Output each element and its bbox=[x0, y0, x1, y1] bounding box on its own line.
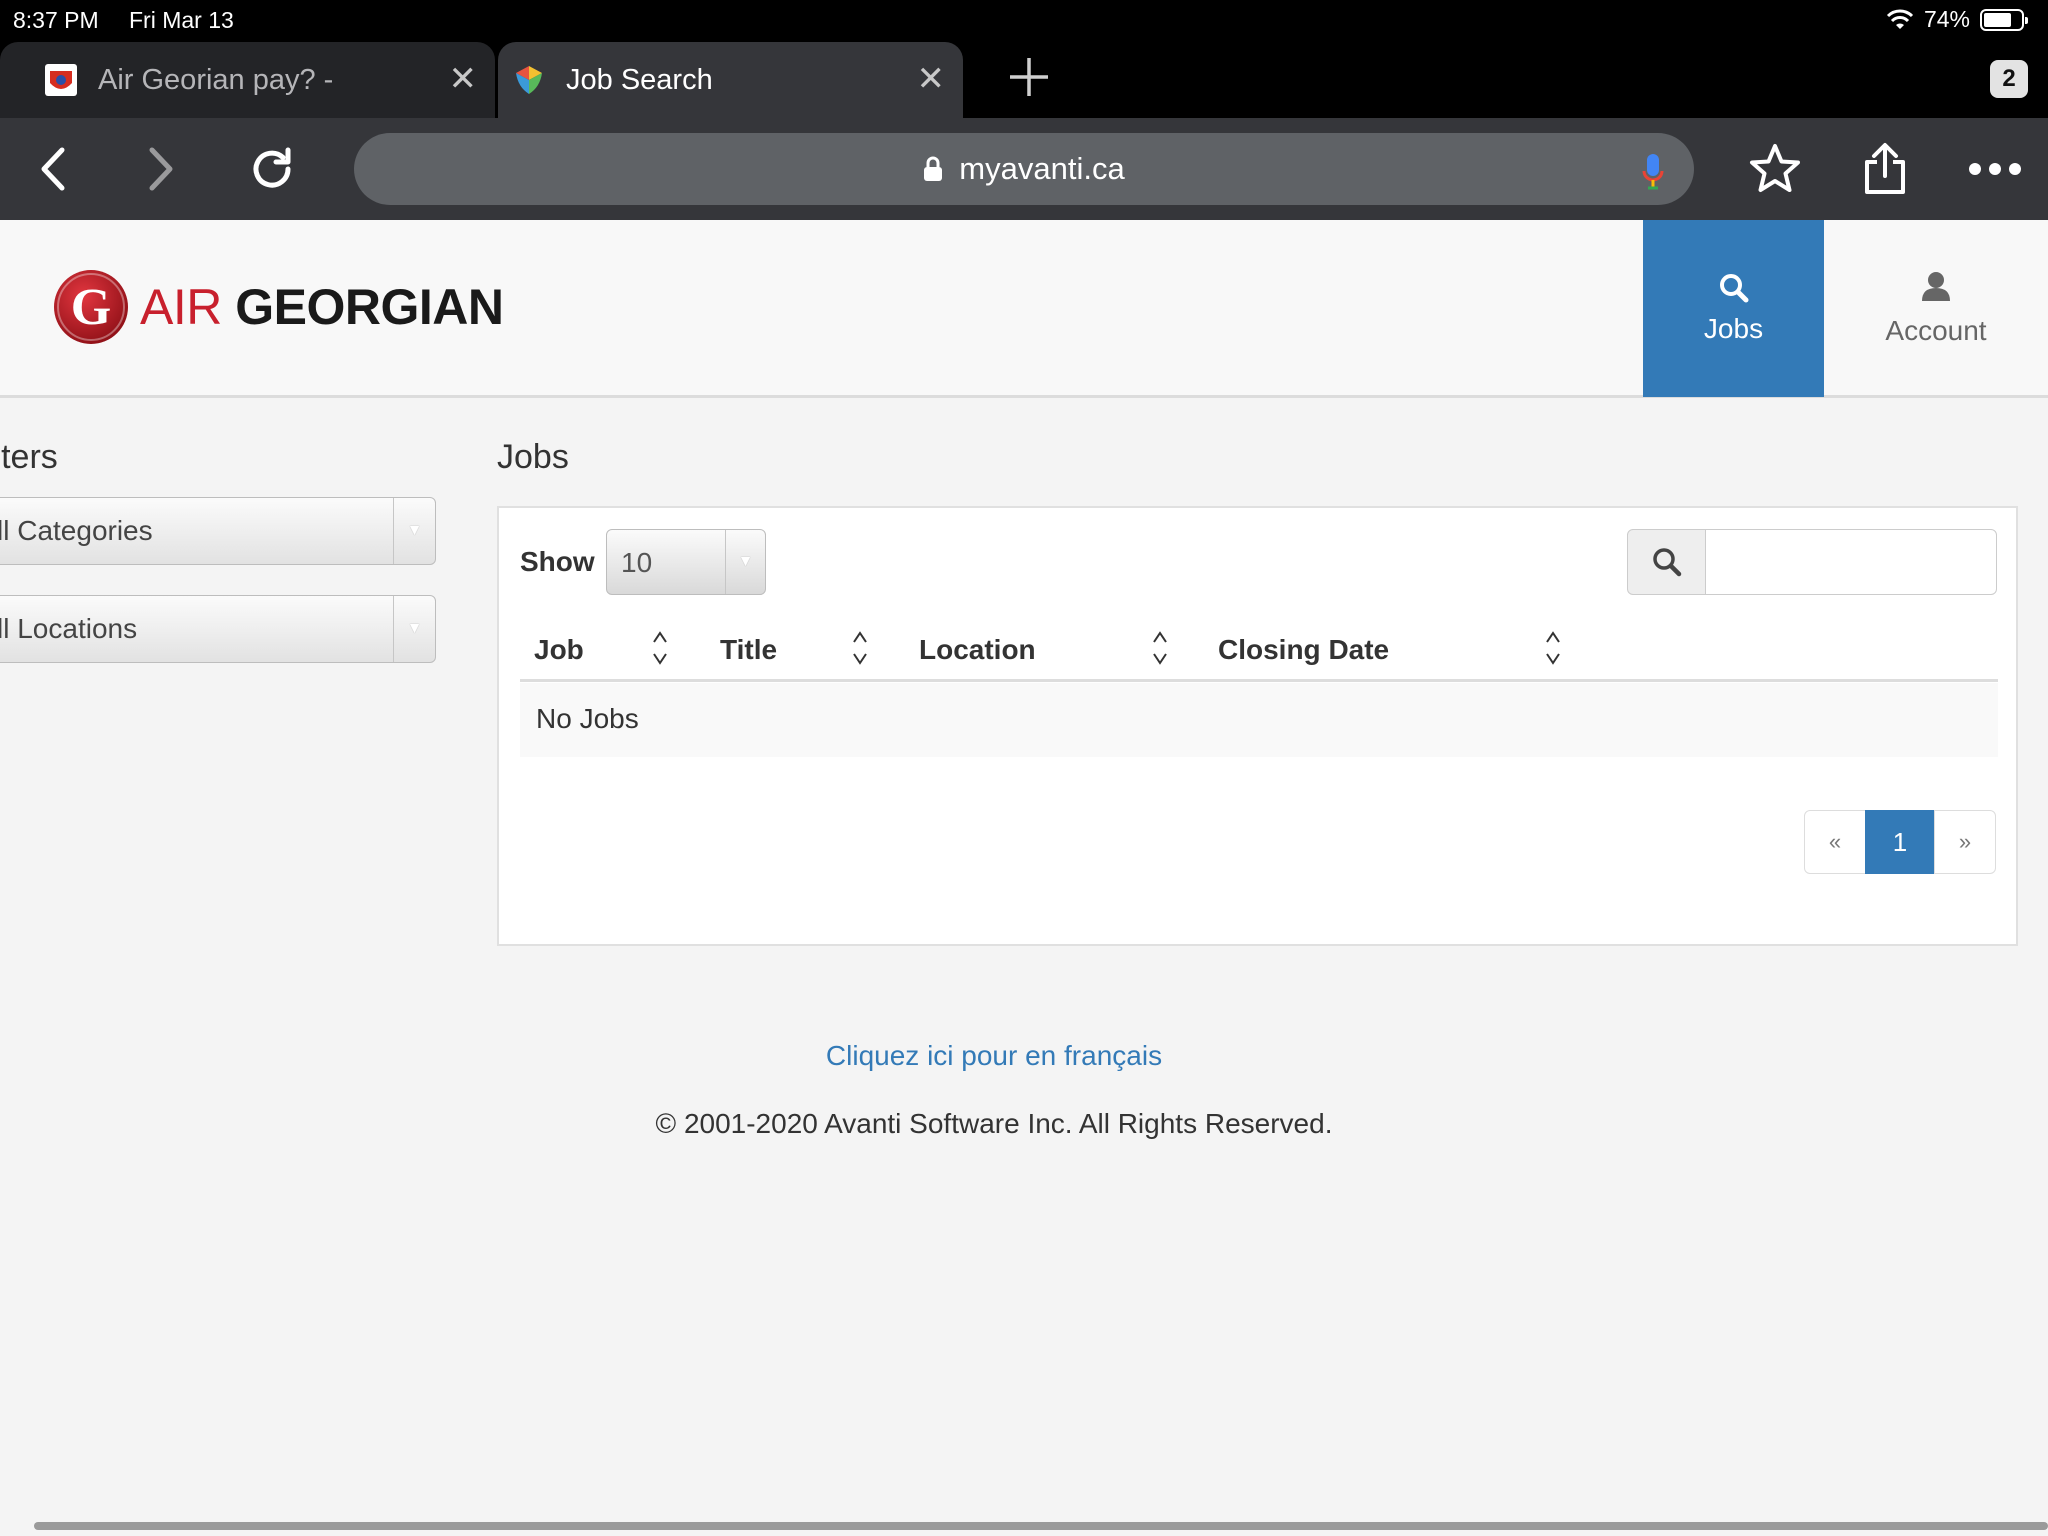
chevron-right-icon bbox=[149, 147, 173, 191]
pagination-next-button[interactable]: » bbox=[1934, 810, 1996, 874]
status-date: Fri Mar 13 bbox=[129, 7, 234, 33]
nav-jobs-label: Jobs bbox=[1703, 312, 1764, 344]
forward-button[interactable] bbox=[134, 142, 188, 196]
column-header-job[interactable]: Job bbox=[534, 634, 584, 666]
table-row: No Jobs bbox=[520, 683, 1998, 757]
logo-wordmark: AIR GEORGIAN bbox=[140, 278, 504, 336]
sort-icon[interactable] bbox=[1150, 628, 1170, 668]
sort-icon[interactable] bbox=[650, 628, 670, 668]
nav-account[interactable]: Account bbox=[1824, 220, 2048, 397]
search-icon bbox=[1653, 548, 1682, 577]
back-button[interactable] bbox=[26, 142, 80, 196]
logo-georgian-text: GEORGIAN bbox=[235, 279, 504, 335]
svg-text:G: G bbox=[71, 279, 111, 336]
url-text: myavanti.ca bbox=[959, 151, 1125, 186]
pagination-page-button[interactable]: 1 bbox=[1865, 810, 1935, 874]
status-bar: 8:37 PM Fri Mar 13 74% bbox=[0, 0, 2048, 40]
battery-icon bbox=[1980, 8, 2028, 31]
nav-account-label: Account bbox=[1885, 314, 1987, 346]
job-search-input[interactable] bbox=[1705, 529, 1997, 595]
dropdown-arrow-icon: ▼ bbox=[725, 530, 765, 594]
status-time: 8:37 PM bbox=[13, 7, 99, 33]
column-header-location[interactable]: Location bbox=[919, 634, 1036, 666]
reload-icon bbox=[253, 147, 291, 188]
bookmark-button[interactable] bbox=[1748, 142, 1802, 196]
dropdown-arrow-icon: ▼ bbox=[393, 498, 435, 564]
close-tab-icon[interactable]: ✕ bbox=[449, 62, 478, 96]
browser-toolbar: myavanti.ca bbox=[0, 118, 2048, 220]
tab-title: Job Search bbox=[566, 63, 713, 96]
microphone-icon[interactable] bbox=[1642, 153, 1664, 191]
dropdown-arrow-icon: ▼ bbox=[393, 596, 435, 662]
chevron-left-icon bbox=[41, 147, 65, 191]
home-indicator bbox=[34, 1522, 2048, 1530]
french-language-link[interactable]: Cliquez ici pour en français bbox=[0, 1040, 1988, 1072]
empty-table-message: No Jobs bbox=[536, 703, 639, 734]
share-button[interactable] bbox=[1858, 142, 1912, 196]
page-size-value: 10 bbox=[621, 547, 653, 578]
close-tab-icon[interactable]: ✕ bbox=[917, 62, 946, 96]
site-favicon-icon bbox=[45, 64, 77, 96]
jobs-heading: Jobs bbox=[497, 438, 569, 476]
air-georgian-logo[interactable]: G AIR GEORGIAN bbox=[52, 268, 504, 346]
more-menu-button[interactable] bbox=[1968, 142, 2022, 196]
star-icon bbox=[1750, 144, 1800, 192]
sort-icon[interactable] bbox=[850, 628, 870, 668]
location-filter-value: ll Locations bbox=[0, 613, 138, 644]
search-addon bbox=[1627, 529, 1707, 595]
wifi-icon bbox=[1886, 9, 1914, 29]
category-filter-select[interactable]: ll Categories ▼ bbox=[0, 497, 436, 565]
tab-title: Air Georian pay? - bbox=[98, 63, 334, 96]
site-favicon-icon bbox=[516, 66, 542, 94]
show-entries-label: Show bbox=[520, 546, 595, 577]
page-size-select[interactable]: 10 ▼ bbox=[606, 529, 766, 595]
status-indicators: 74% bbox=[1886, 6, 2028, 33]
new-tab-icon[interactable] bbox=[1006, 54, 1052, 100]
location-filter-select[interactable]: ll Locations ▼ bbox=[0, 595, 436, 663]
filters-heading: ilters bbox=[0, 438, 58, 476]
table-header: Job Title Location Closing Date bbox=[520, 620, 1998, 682]
nav-jobs[interactable]: Jobs bbox=[1643, 220, 1824, 397]
tab-air-georgian-pay[interactable]: Air Georian pay? - ✕ bbox=[0, 42, 495, 118]
share-icon bbox=[1865, 143, 1905, 194]
copyright-text: © 2001-2020 Avanti Software Inc. All Rig… bbox=[655, 1108, 1333, 1139]
tab-switcher-button[interactable]: 2 bbox=[1990, 60, 2028, 98]
category-filter-value: ll Categories bbox=[0, 515, 153, 546]
search-icon bbox=[1719, 273, 1748, 302]
tab-job-search[interactable]: Job Search ✕ bbox=[498, 42, 963, 118]
battery-percent: 74% bbox=[1923, 6, 1970, 32]
address-bar[interactable]: myavanti.ca bbox=[354, 133, 1694, 205]
jobs-panel: Show 10 ▼ Job Title Location Closing Dat… bbox=[497, 506, 2018, 946]
reload-button[interactable] bbox=[245, 142, 299, 196]
site-header: G AIR GEORGIAN Jobs Account bbox=[0, 220, 2048, 398]
logo-emblem-icon: G bbox=[54, 270, 128, 344]
more-dots-icon bbox=[1969, 163, 2021, 175]
sort-icon[interactable] bbox=[1543, 628, 1563, 668]
tab-strip: Air Georian pay? - ✕ Job Search ✕ 2 bbox=[0, 40, 2048, 118]
user-icon bbox=[1922, 271, 1950, 301]
pagination: « 1 » bbox=[1804, 810, 1996, 874]
column-header-title[interactable]: Title bbox=[720, 634, 777, 666]
column-header-closing-date[interactable]: Closing Date bbox=[1218, 634, 1389, 666]
pagination-prev-button[interactable]: « bbox=[1804, 810, 1866, 874]
lock-icon bbox=[924, 156, 943, 181]
logo-air-text: AIR bbox=[140, 279, 222, 335]
